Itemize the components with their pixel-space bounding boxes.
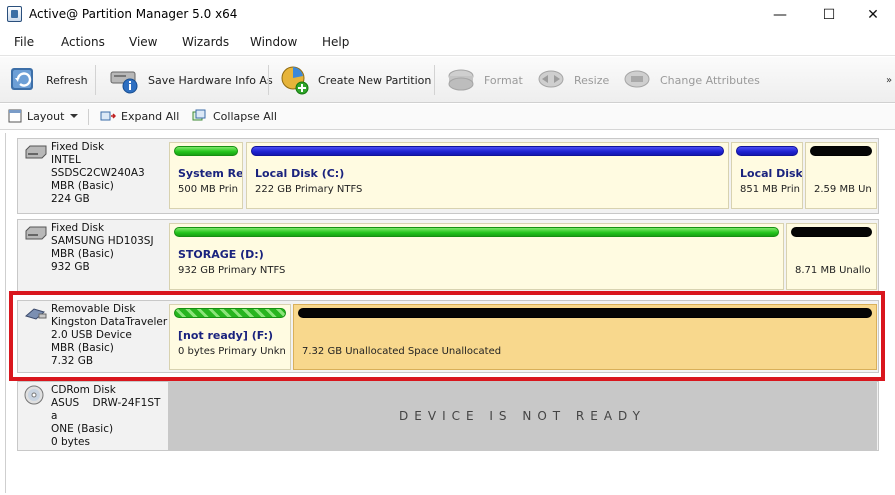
- create-partition-icon: [281, 66, 309, 95]
- partition-unallocated[interactable]: 8.71 MB Unallo: [786, 223, 877, 290]
- toolbar-overflow-button[interactable]: »: [886, 75, 892, 86]
- resize-icon: [538, 70, 564, 88]
- menu-window[interactable]: Window: [250, 35, 297, 49]
- partition-name: Local Disk (C:): [255, 167, 345, 180]
- expand-all-button[interactable]: Expand All: [100, 109, 179, 123]
- partition-local-disk[interactable]: Local Disk ( 851 MB Prin: [731, 142, 803, 209]
- menu-actions[interactable]: Actions: [61, 35, 105, 49]
- collapse-all-label: Collapse All: [213, 109, 277, 123]
- partition-description: 500 MB Prin: [178, 184, 239, 195]
- main-toolbar: Refresh Save Hardware Info As Create New…: [0, 57, 895, 103]
- refresh-icon: [11, 68, 33, 90]
- collapse-all-icon: [192, 109, 206, 121]
- disk-type: Fixed Disk: [51, 222, 105, 234]
- disk-type: Fixed Disk: [51, 141, 105, 153]
- toolbar-separator: [268, 65, 269, 95]
- layout-dropdown[interactable]: Layout: [8, 109, 79, 123]
- maximize-button[interactable]: ☐: [806, 0, 852, 30]
- selection-highlight: [9, 291, 885, 381]
- partition-bar: [791, 227, 872, 237]
- disk-row-cdrom[interactable]: CDRom Disk ASUS DRW-24F1ST a ONE (Basic)…: [17, 381, 879, 451]
- hardware-info-icon: [110, 71, 138, 94]
- partition-description: 8.71 MB Unallo: [795, 265, 871, 276]
- partition-system-reserved[interactable]: System Re 500 MB Prin: [169, 142, 243, 209]
- collapse-all-button[interactable]: Collapse All: [192, 109, 277, 123]
- layout-label: Layout: [27, 109, 65, 123]
- disk-details: Fixed Disk SAMSUNG HD103SJ MBR (Basic) 9…: [51, 222, 154, 274]
- menu-wizards[interactable]: Wizards: [182, 35, 229, 49]
- minimize-button[interactable]: —: [757, 0, 803, 30]
- disk-model-suffix: a: [51, 410, 58, 422]
- format-label: Format: [484, 73, 523, 87]
- app-icon: [7, 6, 22, 22]
- view-toolbar: Layout Expand All Collapse All: [0, 104, 895, 130]
- save-hardware-info-label: Save Hardware Info As: [148, 73, 273, 87]
- disk-size: 224 GB: [51, 193, 90, 205]
- expand-all-icon: [100, 111, 116, 121]
- disk-type: CDRom Disk: [51, 384, 116, 396]
- window-title: Active@ Partition Manager 5.0 x64: [29, 7, 238, 21]
- disk-info: Fixed Disk INTEL SSDSC2CW240A3 MBR (Basi…: [18, 139, 168, 213]
- partition-storage-d[interactable]: STORAGE (D:) 932 GB Primary NTFS: [169, 223, 784, 290]
- partition-name: Local Disk (: [740, 167, 803, 180]
- disk-info: CDRom Disk ASUS DRW-24F1ST a ONE (Basic)…: [18, 382, 168, 450]
- close-button[interactable]: ✕: [850, 0, 895, 30]
- disk-details: CDRom Disk ASUS DRW-24F1ST a ONE (Basic)…: [51, 384, 160, 449]
- menu-help[interactable]: Help: [322, 35, 349, 49]
- partition-bar: [251, 146, 724, 156]
- change-attributes-button[interactable]: Change Attributes: [622, 64, 760, 96]
- disk-style: MBR (Basic): [51, 180, 114, 192]
- partition-description: 932 GB Primary NTFS: [178, 265, 286, 276]
- subbar-separator: [88, 109, 89, 125]
- refresh-label: Refresh: [46, 73, 88, 87]
- partition-local-disk-c[interactable]: Local Disk (C:) 222 GB Primary NTFS: [246, 142, 729, 209]
- hard-disk-icon: [25, 145, 47, 159]
- disk-map: Fixed Disk INTEL SSDSC2CW240A3 MBR (Basi…: [0, 131, 895, 495]
- device-not-ready-status: DEVICE IS NOT READY: [168, 382, 877, 450]
- partition-name: System Re: [178, 167, 243, 180]
- partition-description: 222 GB Primary NTFS: [255, 184, 363, 195]
- disk-size: 0 bytes: [51, 436, 90, 448]
- create-new-partition-button[interactable]: Create New Partition: [278, 64, 431, 96]
- disk-row-samsung[interactable]: Fixed Disk SAMSUNG HD103SJ MBR (Basic) 9…: [17, 219, 879, 295]
- format-button[interactable]: Format: [446, 64, 523, 96]
- disk-vendor: INTEL: [51, 154, 81, 166]
- disk-style: MBR (Basic): [51, 248, 114, 260]
- disk-style: ONE (Basic): [51, 423, 114, 435]
- cd-rom-icon: [24, 385, 44, 405]
- chevron-down-icon: [70, 114, 79, 118]
- change-attributes-label: Change Attributes: [660, 73, 760, 87]
- partition-description: 851 MB Prin: [740, 184, 801, 195]
- resize-label: Resize: [574, 73, 610, 87]
- hard-disk-icon: [25, 226, 47, 240]
- partition-description: 2.59 MB Un: [814, 184, 872, 195]
- save-hardware-info-button[interactable]: Save Hardware Info As: [108, 64, 273, 96]
- disk-model: SAMSUNG HD103SJ: [51, 235, 154, 247]
- disk-info: Fixed Disk SAMSUNG HD103SJ MBR (Basic) 9…: [18, 220, 168, 294]
- partition-bar: [174, 227, 779, 237]
- resize-button[interactable]: Resize: [536, 64, 609, 96]
- layout-icon: [8, 109, 22, 123]
- toolbar-separator: [434, 65, 435, 95]
- partition-bar: [174, 146, 238, 156]
- format-icon: [448, 69, 474, 91]
- partition-unallocated[interactable]: 2.59 MB Un: [805, 142, 877, 209]
- partition-name: STORAGE (D:): [178, 248, 264, 261]
- create-new-partition-label: Create New Partition: [318, 73, 432, 87]
- refresh-button[interactable]: Refresh: [8, 64, 88, 96]
- disk-details: Fixed Disk INTEL SSDSC2CW240A3 MBR (Basi…: [51, 141, 145, 206]
- disk-model: ASUS DRW-24F1ST: [51, 397, 161, 409]
- expand-all-label: Expand All: [121, 109, 180, 123]
- title-bar: Active@ Partition Manager 5.0 x64 — ☐ ✕: [0, 0, 895, 30]
- disk-row-intel[interactable]: Fixed Disk INTEL SSDSC2CW240A3 MBR (Basi…: [17, 138, 879, 214]
- change-attributes-icon: [624, 70, 650, 88]
- disk-model: SSDSC2CW240A3: [51, 167, 145, 179]
- menu-bar: File Actions View Wizards Window Help: [0, 30, 895, 56]
- menu-file[interactable]: File: [14, 35, 34, 49]
- menu-view[interactable]: View: [129, 35, 157, 49]
- toolbar-separator: [95, 65, 96, 95]
- disk-size: 932 GB: [51, 261, 90, 273]
- partition-bar: [810, 146, 872, 156]
- partition-bar: [736, 146, 798, 156]
